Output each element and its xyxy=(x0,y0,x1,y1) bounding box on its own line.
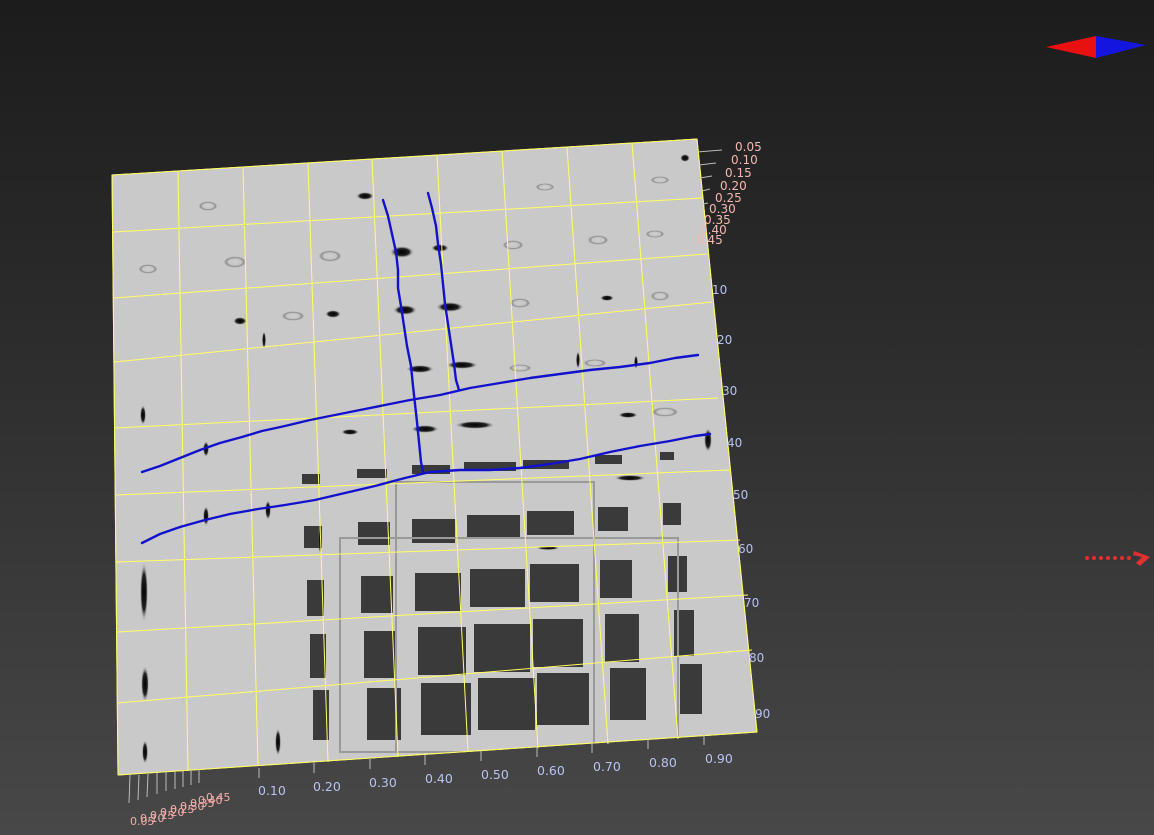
row-tick: 90 xyxy=(755,707,770,721)
depth-tick: 0.05 xyxy=(735,140,762,154)
column-tick: 0.50 xyxy=(481,767,509,782)
depth-tick: 0.45 xyxy=(696,233,723,247)
column-tick: 0.30 xyxy=(369,775,397,790)
corner-axis: 0.05 0.10 0.15 0.20 0.25 0.30 0.35 0.40 … xyxy=(128,770,231,828)
3d-volume-viewport[interactable]: 0.05 0.10 0.15 0.20 0.25 0.30 0.35 0.40 … xyxy=(0,0,1154,835)
row-tick: 30 xyxy=(722,384,737,398)
column-tick: 0.70 xyxy=(593,759,621,774)
column-tick: 0.60 xyxy=(537,763,565,778)
row-tick: 80 xyxy=(749,651,764,665)
row-tick: 10 xyxy=(712,283,727,297)
column-tick: 0.40 xyxy=(425,771,453,786)
row-tick: 60 xyxy=(738,542,753,556)
row-tick: 20 xyxy=(717,333,732,347)
depth-axis: 0.05 0.10 0.15 0.20 0.25 0.30 0.35 0.40 … xyxy=(696,140,762,247)
column-tick: 0.80 xyxy=(649,755,677,770)
depth-tick: 0.10 xyxy=(731,153,758,167)
column-tick: 0.20 xyxy=(313,779,341,794)
corner-tick: 0.45 xyxy=(206,791,231,804)
column-tick: 0.90 xyxy=(705,751,733,766)
column-tick: 0.10 xyxy=(258,783,286,798)
row-tick: 70 xyxy=(744,596,759,610)
red-dotted-arrow-icon[interactable] xyxy=(1085,551,1150,566)
orientation-arrows-icon[interactable] xyxy=(1046,36,1146,58)
row-tick: 40 xyxy=(727,436,742,450)
depth-tick: 0.15 xyxy=(725,166,752,180)
row-tick: 50 xyxy=(733,488,748,502)
